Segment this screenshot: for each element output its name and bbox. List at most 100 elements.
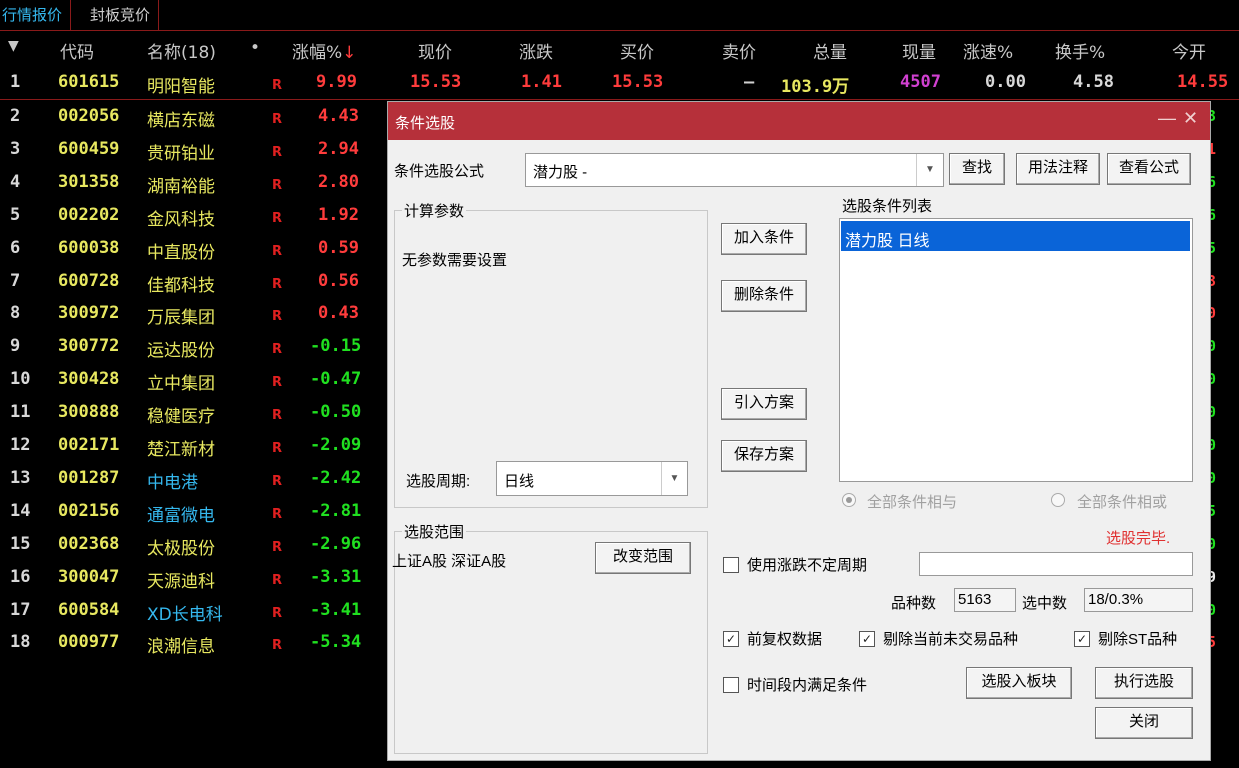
row-flag: R xyxy=(272,210,283,226)
use-period-label: 使用涨跌不定周期 xyxy=(747,557,868,574)
chevron-down-icon[interactable]: ▼ xyxy=(661,462,687,495)
row-code: 600584 xyxy=(58,599,120,620)
import-scheme-button[interactable]: 引入方案 xyxy=(721,388,807,420)
row-name: 万辰集团 xyxy=(147,308,215,329)
row-name: 通富微电 xyxy=(147,505,215,526)
no-params-text: 无参数需要设置 xyxy=(402,252,508,269)
find-button[interactable]: 查找 xyxy=(949,153,1005,185)
close-icon[interactable]: ✕ xyxy=(1183,108,1198,129)
row-name: 天源迪科 xyxy=(147,571,215,592)
list-item-label: 潜力股 日线 xyxy=(845,233,930,250)
row-code: 601615 xyxy=(58,72,120,92)
execute-button[interactable]: 执行选股 xyxy=(1095,667,1193,699)
row-name: 运达股份 xyxy=(147,341,215,362)
row-code: 300888 xyxy=(58,402,120,423)
exclude-untraded-label: 剔除当前未交易品种 xyxy=(883,631,1019,648)
row-pct: 0.56 xyxy=(318,270,359,291)
table-row[interactable]: 1 601615 明阳智能 R 9.99 15.53 1.41 15.53 – … xyxy=(0,67,1239,100)
row-pct: -2.96 xyxy=(310,533,362,554)
col-speed[interactable]: 涨速% xyxy=(963,38,1013,63)
list-item[interactable]: 潜力股 日线 xyxy=(841,221,1190,251)
row-open: 14.55 xyxy=(1177,72,1229,92)
period-label: 选股周期: xyxy=(406,473,471,490)
row-index: 8 xyxy=(10,303,21,324)
row-index: 5 xyxy=(10,204,21,225)
tab-quotes[interactable]: 行情报价 xyxy=(0,0,72,30)
row-code: 301358 xyxy=(58,171,120,192)
row-index: 9 xyxy=(10,336,21,357)
col-pct-label: 涨幅% xyxy=(292,43,343,63)
period-input[interactable] xyxy=(919,552,1193,576)
row-pct: 1.92 xyxy=(318,204,359,225)
col-volume[interactable]: 总量 xyxy=(813,38,847,63)
radio-all-or[interactable] xyxy=(1051,493,1065,507)
row-code: 300972 xyxy=(58,303,120,324)
row-flag: R xyxy=(272,112,283,127)
delete-condition-button[interactable]: 删除条件 xyxy=(721,280,807,312)
use-period-checkbox[interactable] xyxy=(723,557,739,573)
row-index: 6 xyxy=(10,237,21,258)
pre-adjust-checkbox[interactable]: ✓ xyxy=(723,631,739,647)
row-pct: 2.80 xyxy=(318,171,359,192)
row-flag: R xyxy=(272,243,283,259)
row-name: 中直股份 xyxy=(147,242,215,263)
period-select[interactable]: 日线 ▼ xyxy=(496,461,688,496)
view-formula-button[interactable]: 查看公式 xyxy=(1107,153,1191,185)
minimize-icon[interactable]: — xyxy=(1158,108,1176,129)
col-code[interactable]: 代码 xyxy=(60,38,94,63)
save-scheme-button[interactable]: 保存方案 xyxy=(721,440,807,472)
col-dot: • xyxy=(250,38,261,58)
col-price[interactable]: 现价 xyxy=(418,38,452,63)
sort-arrow-icon[interactable]: ▼ xyxy=(8,38,19,54)
row-pct: -3.31 xyxy=(310,566,362,587)
row-index: 14 xyxy=(10,500,31,521)
col-turnover[interactable]: 换手% xyxy=(1055,38,1105,63)
chevron-down-icon[interactable]: ▼ xyxy=(916,154,943,186)
col-ask[interactable]: 卖价 xyxy=(722,38,756,63)
row-pct: 0.59 xyxy=(318,237,359,258)
row-index: 16 xyxy=(10,566,31,587)
condition-list[interactable]: 潜力股 日线 xyxy=(839,218,1193,482)
row-flag: R xyxy=(272,276,283,292)
row-flag: R xyxy=(272,408,283,424)
row-pct: -0.47 xyxy=(310,369,362,390)
change-range-button[interactable]: 改变范围 xyxy=(595,542,691,574)
tab-limit-auction[interactable]: 封板竞价 xyxy=(82,0,160,30)
col-name[interactable]: 名称(18) xyxy=(147,38,216,63)
sort-desc-icon: ↓ xyxy=(342,43,357,63)
to-block-button[interactable]: 选股入板块 xyxy=(966,667,1072,699)
row-pct: 0.43 xyxy=(318,303,359,324)
dialog-title: 条件选股 xyxy=(395,115,456,132)
row-flag: R xyxy=(272,441,283,456)
row-code: 300047 xyxy=(58,566,120,587)
close-button[interactable]: 关闭 xyxy=(1095,707,1193,739)
row-index: 2 xyxy=(10,106,21,126)
row-flag: R xyxy=(272,473,283,489)
row-pct: -3.41 xyxy=(310,599,362,620)
col-open[interactable]: 今开 xyxy=(1172,38,1206,63)
col-change[interactable]: 涨跌 xyxy=(519,38,553,63)
row-code: 600038 xyxy=(58,237,120,258)
row-pct: 4.43 xyxy=(318,106,359,126)
radio-all-and[interactable] xyxy=(842,493,856,507)
row-pct: -2.81 xyxy=(310,500,362,521)
col-current-volume[interactable]: 现量 xyxy=(902,38,936,63)
exclude-st-checkbox[interactable]: ✓ xyxy=(1074,631,1090,647)
usage-note-button[interactable]: 用法注释 xyxy=(1016,153,1100,185)
col-bid[interactable]: 买价 xyxy=(620,38,654,63)
add-condition-button[interactable]: 加入条件 xyxy=(721,223,807,255)
exclude-untraded-checkbox[interactable]: ✓ xyxy=(859,631,875,647)
status-text: 选股完毕. xyxy=(1106,530,1171,547)
col-pct[interactable]: 涨幅%↓ xyxy=(292,38,356,63)
dialog-titlebar[interactable]: 条件选股 — ✕ xyxy=(388,102,1210,140)
row-flag: R xyxy=(272,78,283,93)
row-pct: 2.94 xyxy=(318,138,359,159)
row-code: 600728 xyxy=(58,270,120,291)
params-group-label: 计算参数 xyxy=(402,200,467,221)
exclude-st-label: 剔除ST品种 xyxy=(1098,631,1178,648)
row-index: 13 xyxy=(10,467,31,488)
row-index: 17 xyxy=(10,599,31,620)
formula-select[interactable]: 潜力股 - ▼ xyxy=(525,153,944,187)
condition-list-title: 选股条件列表 xyxy=(842,198,933,215)
time-satisfy-checkbox[interactable] xyxy=(723,677,739,693)
